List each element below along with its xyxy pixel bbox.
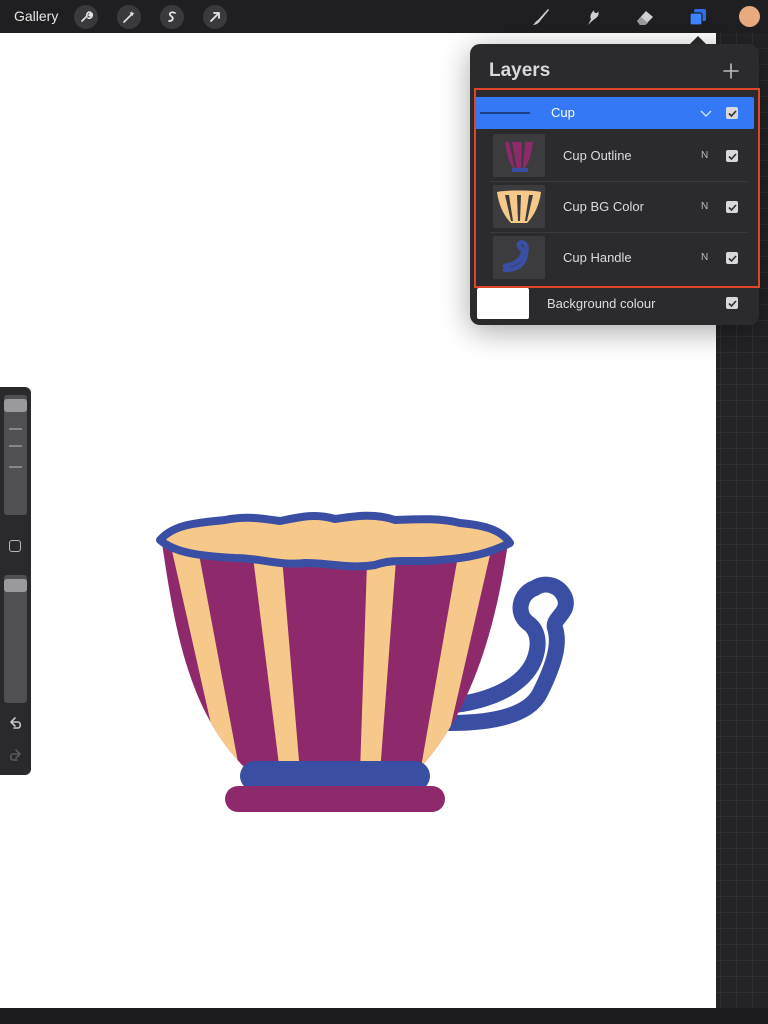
layer-thumbnail [493,134,545,177]
layer-row-background-colour[interactable]: Background colour [470,284,759,324]
check-icon [727,254,737,262]
color-picker-button[interactable] [739,6,760,27]
visibility-checkbox[interactable] [726,107,738,119]
cup-rim-art [156,511,514,571]
layer-name: Cup Handle [563,250,632,265]
selection-icon[interactable] [160,5,184,29]
slider-tick [9,445,22,447]
layer-thumbnail [493,236,545,279]
top-toolbar: Gallery [0,0,768,33]
eraser-icon[interactable] [632,4,658,30]
gallery-button[interactable]: Gallery [14,8,58,24]
group-thumbnail [480,112,530,114]
chevron-down-icon[interactable] [700,107,712,119]
undo-icon[interactable] [7,715,24,732]
opacity-thumb[interactable] [4,579,27,592]
smudge-icon[interactable] [580,4,606,30]
visibility-checkbox[interactable] [726,252,738,264]
layer-row-cup-bg-color[interactable]: Cup BG Color N [470,182,759,232]
check-icon [727,203,737,211]
check-icon [727,299,737,307]
slider-tick [9,428,22,430]
cup-plate-art [225,786,445,812]
brush-size-slider[interactable] [4,395,27,515]
magic-wand-icon[interactable] [117,5,141,29]
bottom-edge [0,1008,768,1024]
redo-icon[interactable] [7,747,24,764]
visibility-checkbox[interactable] [726,201,738,213]
layer-row-cup-handle[interactable]: Cup Handle N [470,233,759,283]
visibility-checkbox[interactable] [726,150,738,162]
background-thumbnail [477,288,529,319]
group-name: Cup [551,105,575,120]
layers-panel: Layers Cup Cup Outline N Cup BG Color N … [470,44,759,325]
blend-mode-button[interactable]: N [701,201,708,212]
layers-title: Layers [489,60,551,81]
layer-name: Cup BG Color [563,199,644,214]
check-icon [727,109,737,117]
check-icon [727,152,737,160]
left-sidebar [0,387,31,775]
wrench-icon[interactable] [74,5,98,29]
layer-thumbnail [493,185,545,228]
layer-group-cup[interactable]: Cup [474,97,754,129]
blend-mode-button[interactable]: N [701,150,708,161]
plus-icon[interactable] [720,60,742,82]
brush-size-thumb[interactable] [4,399,27,412]
modify-button[interactable] [9,540,21,552]
layer-name: Cup Outline [563,148,632,163]
layer-name: Background colour [547,296,656,311]
slider-tick [9,466,22,468]
blend-mode-button[interactable]: N [701,252,708,263]
visibility-checkbox[interactable] [726,297,738,309]
opacity-slider[interactable] [4,575,27,703]
layers-icon[interactable] [685,4,711,30]
brush-icon[interactable] [527,4,553,30]
transform-arrow-icon[interactable] [203,5,227,29]
layer-row-cup-outline[interactable]: Cup Outline N [470,131,759,181]
